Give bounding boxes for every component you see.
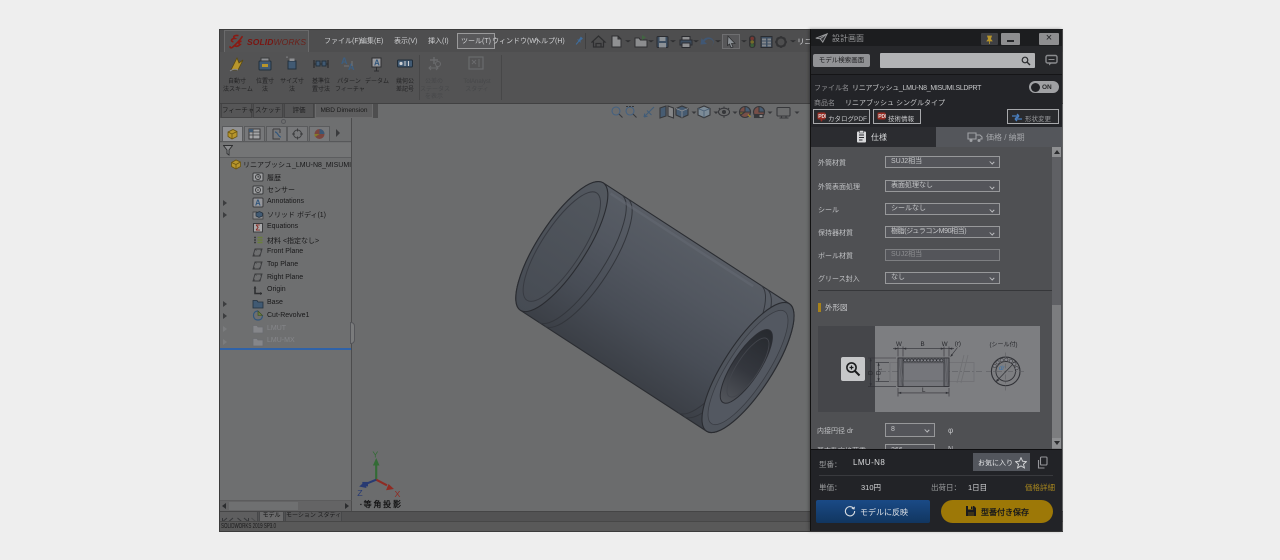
svg-text:B: B — [921, 341, 925, 348]
svg-text:PDF: PDF — [818, 114, 826, 120]
svg-text:(シール付): (シール付) — [990, 341, 1018, 349]
svg-text:A: A — [341, 56, 348, 66]
svg-text:A: A — [255, 198, 261, 207]
svg-text:W: W — [942, 341, 948, 348]
svg-text:Z: Z — [357, 488, 363, 498]
svg-text:D: D — [868, 370, 875, 375]
svg-text:X: X — [395, 489, 401, 499]
svg-text:Y: Y — [372, 450, 378, 459]
svg-text:L: L — [922, 387, 926, 394]
svg-text:A: A — [348, 62, 355, 72]
svg-text:D1: D1 — [876, 368, 883, 375]
svg-text:A: A — [374, 59, 380, 68]
svg-text:(r): (r) — [955, 341, 961, 348]
svg-text:Σ: Σ — [256, 223, 261, 232]
svg-text:W: W — [896, 341, 902, 348]
svg-text:PDF: PDF — [878, 114, 886, 120]
